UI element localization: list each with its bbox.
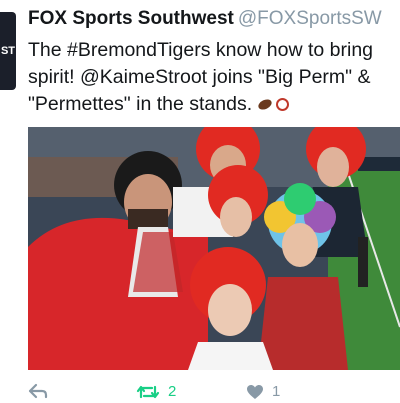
photo-illustration xyxy=(28,127,400,370)
tweet-text-line: spirit! @KaimeStroot joins "Big Perm" & xyxy=(28,66,371,88)
like-count: 1 xyxy=(272,383,281,400)
tweet-text-line: "Permettes" in the stands. xyxy=(28,91,400,118)
like-button[interactable]: 1 xyxy=(246,383,280,400)
tweet-photo[interactable] xyxy=(28,127,400,370)
retweet-count: 2 xyxy=(168,383,177,400)
tweet-text-line: The #BremondTigers know how to bring xyxy=(28,39,374,61)
tweet-header: FOX Sports Southwest @FOXSportsSW xyxy=(28,8,382,30)
heart-icon xyxy=(247,384,263,399)
retweet-button[interactable]: 2 xyxy=(136,383,176,400)
retweet-icon xyxy=(136,385,160,398)
display-name[interactable]: FOX Sports Southwest xyxy=(28,8,234,29)
avatar-text: ST xyxy=(0,45,15,57)
avatar[interactable]: ST xyxy=(0,12,16,90)
tweet-actions: 2 1 xyxy=(28,383,400,403)
user-handle[interactable]: @FOXSportsSW xyxy=(238,8,382,29)
ferris-wheel-icon xyxy=(276,98,290,112)
reply-button[interactable] xyxy=(28,383,48,399)
tweet-text-segment: "Permettes" in the stands. xyxy=(28,93,253,115)
reply-icon xyxy=(28,383,48,399)
football-icon xyxy=(256,97,274,112)
tweet-text: The #BremondTigers know how to bring spi… xyxy=(28,37,400,118)
